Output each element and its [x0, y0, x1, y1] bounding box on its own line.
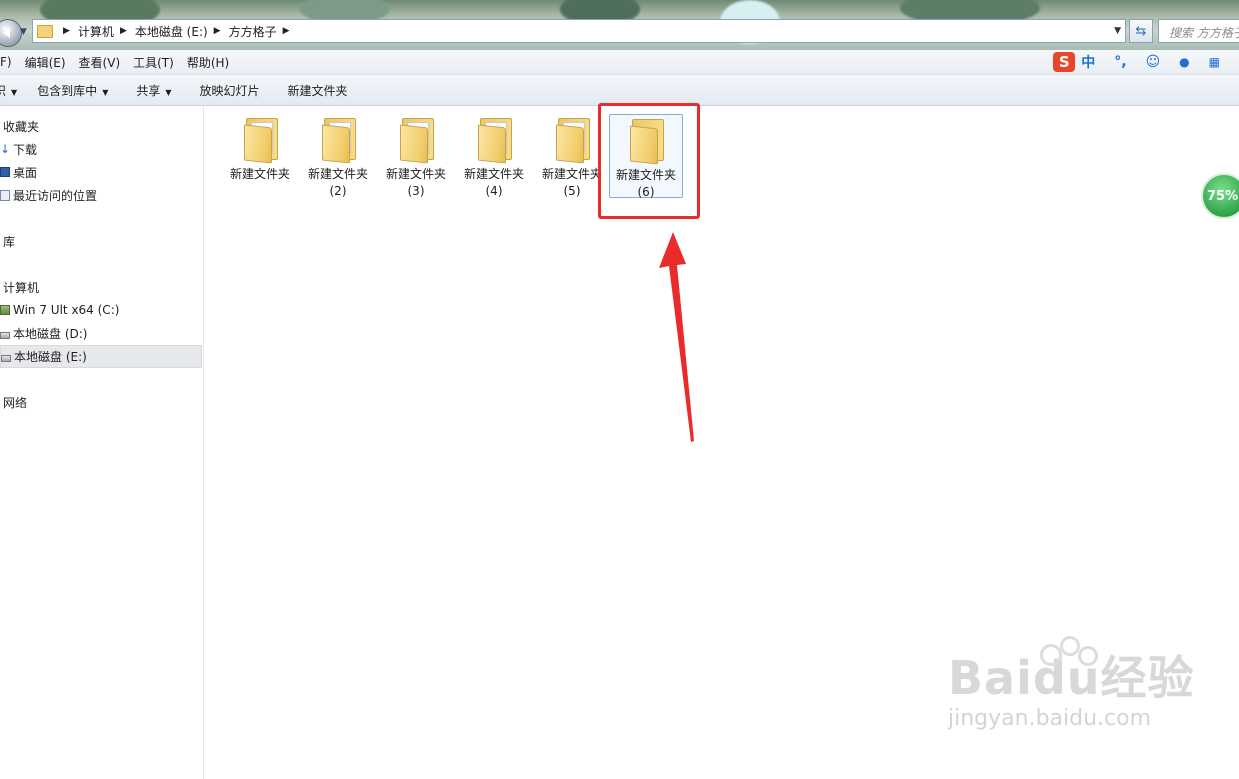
breadcrumb-computer[interactable]: 计算机	[78, 23, 114, 40]
desktop-icon	[0, 167, 10, 177]
breadcrumb-current-folder[interactable]: 方方格子	[229, 23, 277, 40]
folder-name: 新建文件夹	[229, 167, 290, 181]
sidebar-label: 下载	[13, 142, 38, 157]
folder-icon	[37, 24, 53, 38]
folder-name: 新建文件夹	[307, 167, 368, 181]
chevron-right-icon[interactable]: ▶	[63, 26, 70, 36]
folder-label: 新建文件夹 (2)	[301, 166, 375, 200]
sidebar-item-drive-e[interactable]: 本地磁盘 (E:)	[0, 345, 202, 368]
ime-microphone-icon[interactable]: ●	[1179, 55, 1189, 69]
sidebar-network[interactable]: 网络	[3, 392, 27, 412]
menu-tools[interactable]: 工具(T)	[133, 54, 174, 71]
sidebar-libraries[interactable]: 库	[3, 231, 15, 251]
progress-badge[interactable]: 75%	[1201, 173, 1239, 219]
sidebar-item-desktop[interactable]: 桌面	[0, 162, 37, 182]
include-in-library-label: 包含到库中	[37, 83, 98, 98]
sidebar-item-drive-d[interactable]: 本地磁盘 (D:)	[0, 323, 87, 343]
download-icon: ↓	[0, 141, 11, 156]
sidebar-label: 库	[3, 234, 16, 249]
refresh-button[interactable]: ⇆	[1129, 19, 1153, 43]
annotation-highlight-box	[598, 103, 700, 219]
search-input[interactable]: 搜索 方方格子	[1158, 19, 1239, 43]
paw-icon	[1040, 644, 1062, 666]
menu-bar: F) 编辑(E) 查看(V) 工具(T) 帮助(H) S 中 °, ☺ ● ▦	[0, 50, 1239, 75]
window-title-bar: ▼ ▶ 计算机 ▶ 本地磁盘 (E:) ▶ 方方格子 ▶ ▼ ⇆ 搜索 方方格子	[0, 0, 1239, 50]
folder-index: (4)	[485, 184, 503, 198]
folder-index: (2)	[329, 184, 347, 198]
folder-name: 新建文件夹	[385, 167, 446, 181]
recent-pages-dropdown-icon[interactable]: ▼	[20, 27, 27, 37]
paw-icon	[1060, 636, 1080, 656]
caret-down-icon: ▼	[11, 87, 18, 97]
recent-places-icon	[0, 189, 10, 201]
menu-edit[interactable]: 编辑(E)	[25, 54, 66, 71]
sidebar-label: 收藏夹	[3, 119, 40, 134]
organize-label: 织	[0, 83, 7, 98]
folder-label: 新建文件夹	[223, 166, 297, 183]
sidebar-label: 桌面	[13, 165, 38, 180]
sidebar-label: 本地磁盘 (E:)	[14, 350, 87, 364]
folder-icon	[242, 116, 278, 164]
sogou-logo-icon[interactable]: S	[1053, 52, 1076, 72]
ime-punctuation-icon[interactable]: °,	[1114, 54, 1126, 70]
chevron-right-icon[interactable]: ▶	[214, 26, 221, 36]
refresh-icon: ⇆	[1135, 23, 1147, 39]
folder-icon	[476, 116, 512, 164]
sidebar-label: 网络	[3, 395, 28, 410]
menu-file[interactable]: F)	[0, 55, 12, 69]
watermark-url-text: jingyan.baidu.com	[948, 706, 1152, 731]
folder-icon	[398, 116, 434, 164]
drive-icon	[1, 355, 11, 362]
ime-toolbar: S 中 °, ☺ ● ▦	[1053, 50, 1239, 74]
folder-index: (3)	[407, 184, 425, 198]
folder-icon	[320, 116, 356, 164]
chevron-right-icon[interactable]: ▶	[120, 26, 127, 36]
ime-keyboard-icon[interactable]: ▦	[1209, 55, 1220, 69]
include-in-library-button[interactable]: 包含到库中 ▼	[37, 82, 108, 99]
sidebar-label: Win 7 Ult x64 (C:)	[13, 303, 120, 317]
caret-down-icon: ▼	[102, 87, 109, 97]
sidebar-item-downloads[interactable]: ↓ 下载	[0, 139, 37, 159]
sidebar-label: 最近访问的位置	[13, 188, 98, 203]
ime-emoji-icon[interactable]: ☺	[1146, 54, 1161, 70]
drive-icon	[0, 331, 10, 339]
address-bar[interactable]: ▶ 计算机 ▶ 本地磁盘 (E:) ▶ 方方格子 ▶ ▼	[32, 19, 1126, 43]
back-button[interactable]	[0, 19, 22, 47]
address-dropdown-icon[interactable]: ▼	[1114, 26, 1121, 36]
organize-button[interactable]: 织 ▼	[0, 82, 17, 99]
menu-help[interactable]: 帮助(H)	[187, 54, 229, 71]
paw-icon	[1078, 646, 1098, 666]
share-button[interactable]: 共享 ▼	[136, 82, 171, 99]
slideshow-button[interactable]: 放映幻灯片	[200, 82, 260, 99]
sidebar-label: 本地磁盘 (D:)	[13, 326, 88, 341]
breadcrumb-drive-e[interactable]: 本地磁盘 (E:)	[135, 23, 208, 40]
menu-view[interactable]: 查看(V)	[79, 54, 121, 71]
caret-down-icon: ▼	[165, 87, 172, 97]
folder-item[interactable]: 新建文件夹 (4)	[457, 114, 531, 198]
folder-name: 新建文件夹	[463, 167, 524, 181]
sidebar-computer[interactable]: 计算机	[3, 277, 39, 297]
new-folder-button[interactable]: 新建文件夹	[288, 82, 348, 99]
folder-item[interactable]: 新建文件夹	[223, 114, 297, 198]
system-drive-icon	[0, 305, 10, 315]
chevron-right-icon[interactable]: ▶	[283, 26, 290, 36]
folder-icon	[554, 116, 590, 164]
folder-label: 新建文件夹 (3)	[379, 166, 453, 200]
sidebar-label: 计算机	[3, 280, 40, 295]
share-label: 共享	[136, 83, 161, 98]
annotation-arrow	[659, 232, 694, 442]
sidebar-favorites[interactable]: 收藏夹	[3, 116, 39, 136]
sidebar-item-recent-places[interactable]: 最近访问的位置	[0, 185, 97, 205]
ime-chinese-mode[interactable]: 中	[1081, 52, 1095, 72]
sidebar-item-drive-c[interactable]: Win 7 Ult x64 (C:)	[0, 300, 119, 320]
navigation-pane: 收藏夹 ↓ 下载 桌面 最近访问的位置 库 计算机 Win 7 Ult x64 …	[0, 106, 204, 779]
baidu-jingyan-watermark: Baidu经验 jingyan.baidu.com	[948, 636, 1195, 731]
folder-label: 新建文件夹 (4)	[457, 166, 531, 200]
command-toolbar: 织 ▼ 包含到库中 ▼ 共享 ▼ 放映幻灯片 新建文件夹	[0, 75, 1239, 106]
folder-item[interactable]: 新建文件夹 (2)	[301, 114, 375, 198]
folder-item[interactable]: 新建文件夹 (3)	[379, 114, 453, 198]
